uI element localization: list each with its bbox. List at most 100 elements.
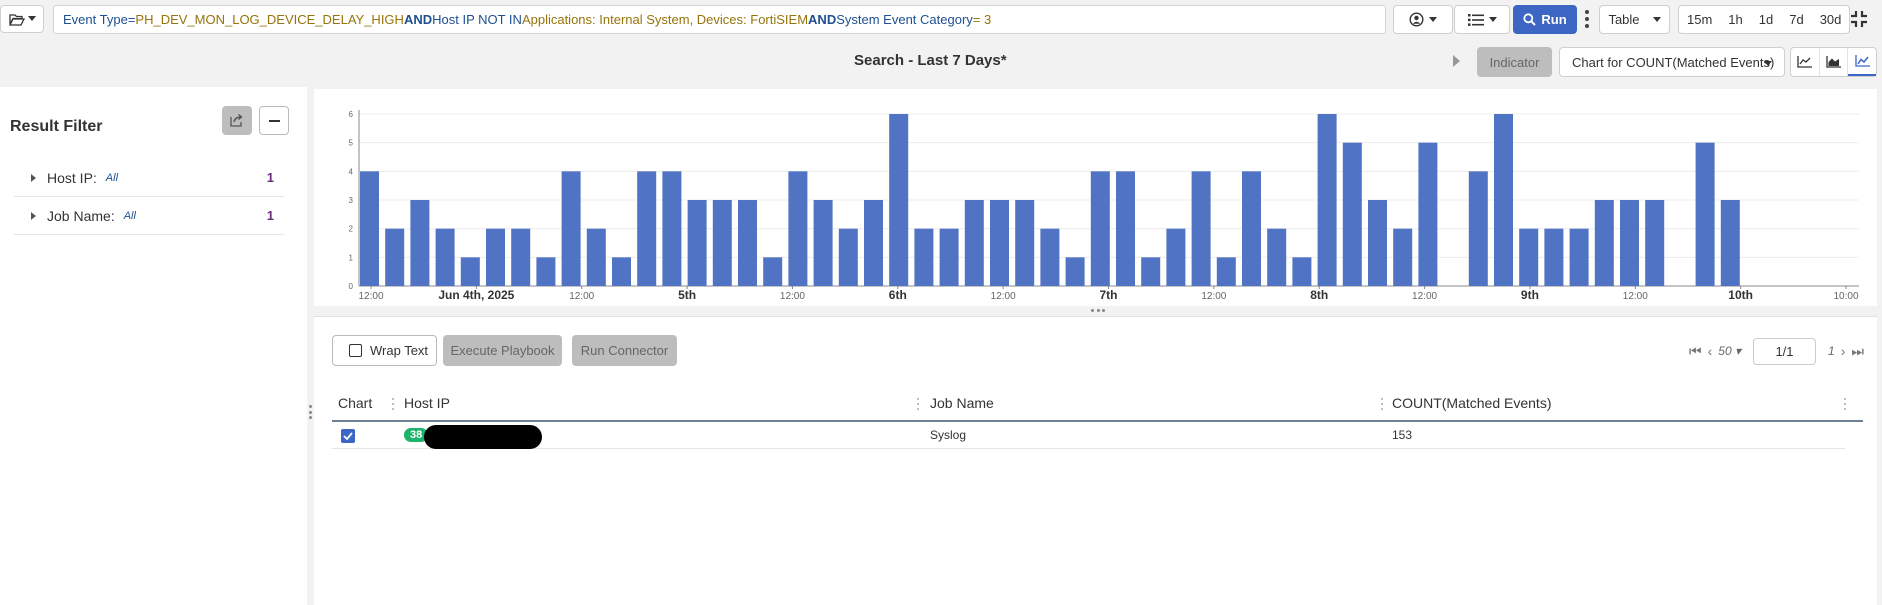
last-page-icon[interactable]: ⏭ bbox=[1851, 343, 1864, 360]
column-resize-handle[interactable] bbox=[1844, 398, 1847, 410]
bar-chart-icon bbox=[1855, 55, 1870, 67]
filter-row-job-name[interactable]: Job Name: All 1 bbox=[14, 197, 284, 235]
y-tick-label: 4 bbox=[349, 167, 354, 176]
checkmark-icon bbox=[343, 432, 353, 440]
collapse-view-button[interactable] bbox=[1848, 8, 1870, 30]
column-resize-handle[interactable] bbox=[917, 398, 920, 410]
column-chart[interactable]: Chart bbox=[338, 395, 372, 411]
chart-bar bbox=[1418, 142, 1438, 286]
more-options-icon[interactable] bbox=[1584, 10, 1590, 28]
display-mode-select[interactable]: Table bbox=[1599, 5, 1670, 34]
query-token: AND bbox=[808, 12, 837, 27]
bar-chart-button[interactable] bbox=[1848, 48, 1877, 76]
chart-bar bbox=[1090, 171, 1110, 286]
chart-bar bbox=[687, 200, 707, 286]
count-cell: 153 bbox=[1392, 428, 1413, 442]
share-icon bbox=[230, 114, 243, 127]
indicator-button[interactable]: Indicator bbox=[1477, 47, 1552, 77]
chart-checkbox[interactable] bbox=[341, 429, 355, 443]
expand-caret-icon[interactable] bbox=[1453, 55, 1460, 67]
chart-bar bbox=[1242, 171, 1261, 286]
page-size-select[interactable]: 50 ▾ bbox=[1718, 344, 1741, 358]
chart-bar bbox=[1317, 114, 1337, 286]
query-token: System Event Category bbox=[836, 12, 973, 27]
range-15m[interactable]: 15m bbox=[1679, 12, 1720, 27]
wrap-text-label: Wrap Text bbox=[370, 343, 429, 358]
first-page-icon[interactable]: ⏮ bbox=[1689, 343, 1702, 360]
y-tick-label: 0 bbox=[349, 282, 354, 291]
chart-bar bbox=[1720, 200, 1740, 286]
filter-label: Job Name: bbox=[47, 207, 115, 224]
chart-field-value: Chart for COUNT(Matched Events) bbox=[1572, 54, 1775, 70]
chevron-down-icon bbox=[1652, 16, 1661, 22]
query-token: AND bbox=[403, 12, 433, 27]
x-tick-label: 12:00 bbox=[1623, 291, 1648, 302]
run-button[interactable]: Run bbox=[1513, 5, 1577, 34]
chart-bar bbox=[1216, 257, 1236, 286]
chart-bar bbox=[838, 228, 858, 286]
prev-page-icon[interactable]: ‹ bbox=[1708, 343, 1713, 359]
chart-bar bbox=[1292, 257, 1312, 286]
column-count[interactable]: COUNT(Matched Events) bbox=[1392, 395, 1551, 411]
x-tick-label: 7th bbox=[1100, 288, 1118, 302]
column-resize-handle[interactable] bbox=[392, 398, 395, 410]
share-button[interactable] bbox=[222, 106, 252, 135]
time-range-group: 15m 1h 1d 7d 30d bbox=[1678, 5, 1851, 34]
event-count-bar-chart: 0 1 2 3 4 5 6 12:00 Jun 4th, 2025 12:00 5th 12:00 6t… bbox=[349, 110, 1859, 302]
column-resize-handle[interactable] bbox=[1381, 398, 1384, 410]
collapse-filter-button[interactable] bbox=[259, 106, 289, 135]
chart-bar bbox=[889, 114, 909, 286]
column-job-name[interactable]: Job Name bbox=[930, 395, 994, 411]
chart-bar bbox=[511, 228, 531, 286]
query-input[interactable]: Event Type = PH_DEV_MON_LOG_DEVICE_DELAY… bbox=[53, 5, 1386, 34]
chart-bar bbox=[990, 200, 1009, 286]
run-connector-button[interactable]: Run Connector bbox=[572, 335, 677, 366]
x-tick-label: Jun 4th, 2025 bbox=[438, 288, 514, 302]
list-menu-button[interactable] bbox=[1454, 5, 1510, 34]
range-1h[interactable]: 1h bbox=[1720, 12, 1750, 27]
line-chart-button[interactable] bbox=[1791, 48, 1820, 76]
chart-bar bbox=[914, 228, 934, 286]
job-name-cell: Syslog bbox=[930, 428, 967, 442]
range-30d[interactable]: 30d bbox=[1812, 12, 1850, 27]
chart-field-select[interactable]: Chart for COUNT(Matched Events) bbox=[1559, 47, 1785, 77]
caret-right-icon bbox=[31, 173, 36, 182]
x-tick-label: 5th bbox=[678, 288, 696, 302]
chart-type-group bbox=[1790, 47, 1877, 77]
wrap-text-toggle[interactable]: Wrap Text bbox=[332, 335, 437, 366]
minus-icon bbox=[268, 119, 280, 122]
filter-row-host-ip[interactable]: Host IP: All 1 bbox=[14, 159, 284, 197]
chart-bar bbox=[1342, 142, 1362, 286]
table-row[interactable]: 38 Syslog 153 bbox=[332, 422, 1845, 449]
chart-bar bbox=[1645, 200, 1665, 286]
chart-bar bbox=[1494, 114, 1513, 286]
range-7d[interactable]: 7d bbox=[1781, 12, 1811, 27]
execute-playbook-button[interactable]: Execute Playbook bbox=[443, 335, 562, 366]
chart-bar bbox=[1695, 142, 1715, 286]
x-tick-label: 12:00 bbox=[780, 291, 805, 302]
search-toolbar: Event Type = PH_DEV_MON_LOG_DEVICE_DELAY… bbox=[0, 0, 1882, 40]
page-number-input[interactable]: 1/1 bbox=[1753, 337, 1816, 365]
chevron-down-icon bbox=[1488, 16, 1497, 22]
chart-bar bbox=[1569, 228, 1589, 286]
x-tick-label: 10:00 bbox=[1833, 291, 1858, 302]
chart-bar bbox=[586, 228, 606, 286]
area-chart-button[interactable] bbox=[1820, 48, 1849, 76]
x-tick-label: 12:00 bbox=[358, 291, 383, 302]
chart-bar bbox=[1141, 257, 1161, 286]
column-host-ip[interactable]: Host IP bbox=[404, 395, 450, 411]
filter-value: All bbox=[105, 171, 119, 184]
query-token: Host IP NOT IN bbox=[432, 12, 522, 27]
folder-menu-button[interactable] bbox=[0, 5, 44, 33]
next-page-icon[interactable]: › bbox=[1841, 343, 1846, 359]
user-menu-button[interactable] bbox=[1393, 5, 1453, 34]
x-tick-label: 12:00 bbox=[1412, 291, 1437, 302]
chart-bar bbox=[813, 200, 833, 286]
vertical-splitter-handle[interactable] bbox=[309, 405, 312, 419]
horizontal-splitter-handle[interactable] bbox=[1091, 309, 1105, 312]
chevron-down-icon bbox=[1429, 16, 1437, 22]
chart-bar bbox=[1393, 228, 1413, 286]
range-1d[interactable]: 1d bbox=[1751, 12, 1781, 27]
chart-bar bbox=[612, 257, 631, 286]
chart-bar bbox=[435, 228, 455, 286]
